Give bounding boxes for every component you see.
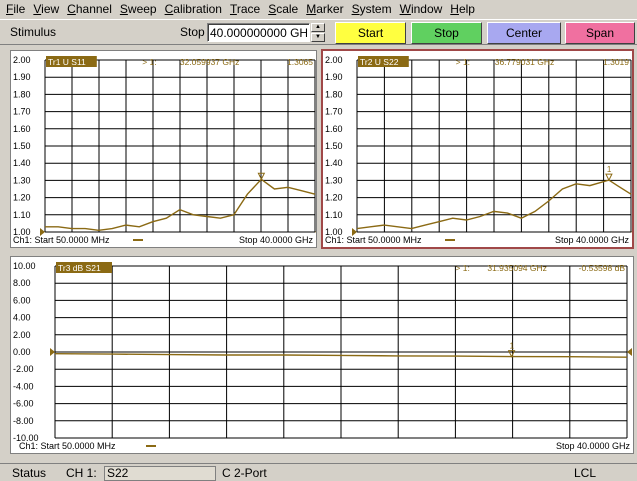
sweep-start-label: Ch1: Start 50.0000 MHz [325,235,422,245]
y-tick-label: 1.20 [325,193,343,203]
y-tick-label: 1.90 [325,72,343,82]
s11-chart-panel[interactable]: 2.00 1.90 1.80 1.70 1.60 1.50 1.40 1.30 1.20 1.10… [10,50,317,248]
y-tick-label: 1.60 [13,124,31,134]
y-tick-label: 1.90 [13,72,31,82]
y-tick-label: 10.00 [13,261,36,271]
menu-window[interactable]: Window [396,2,447,16]
sweep-stop-label: Stop 40.0000 GHz [556,441,631,451]
s21-chart: 10.00 8.00 6.00 4.00 2.00 0.00 -2.00 -4.00 -6.00… [13,261,632,451]
marker-label: > 1: [456,57,470,67]
marker-triangle-icon[interactable] [605,173,613,182]
marker-number: 1 [607,165,612,174]
marker-value: 1.3019 [603,57,629,67]
sweep-start-label: Ch1: Start 50.0000 MHz [13,235,110,245]
y-tick-label: 8.00 [13,278,31,288]
channel-label: CH 1: [66,466,97,480]
y-tick-label: -8.00 [13,416,34,426]
grid [44,59,316,233]
y-tick-label: -4.00 [13,381,34,391]
sweep-start-label: Ch1: Start 50.0000 MHz [19,441,116,451]
y-tick-label: 1.10 [13,210,31,220]
y-tick-label: 1.40 [325,158,343,168]
stop-label: Stop [180,25,205,39]
span-button[interactable]: Span [565,22,635,44]
marker-label: > 1: [142,57,156,67]
s22-chart-panel[interactable]: 2.00 1.90 1.80 1.70 1.60 1.50 1.40 1.30 1.20 1.10… [321,49,634,249]
grid [356,59,632,233]
lcl-indicator: LCL [574,466,597,480]
trace-label[interactable]: Tr1 U S11 [48,57,86,67]
center-button[interactable]: Center [487,22,561,44]
y-tick-label: 2.00 [13,330,31,340]
active-trace-field: S22 [104,466,216,481]
y-tick-label: 1.30 [13,175,31,185]
reference-arrow-icon [50,348,55,356]
status-label: Status [12,466,47,480]
sweep-stop-label: Stop 40.0000 GHz [239,235,314,245]
menu-bar: File View Channel Sweep Calibration Trace Scal… [0,0,637,18]
s21-chart-panel[interactable]: 10.00 8.00 6.00 4.00 2.00 0.00 -2.00 -4.00 -6.00… [10,256,634,454]
stop-frequency-spinner[interactable]: ▲ ▼ [311,23,325,42]
y-tick-label: 1.80 [13,89,31,99]
y-tick-label: -2.00 [13,364,34,374]
menu-marker[interactable]: Marker [302,2,347,16]
marker-value: 1.3065 [287,57,313,67]
y-tick-label: 2.00 [13,55,31,65]
trace-label[interactable]: Tr2 U S22 [360,57,399,67]
menu-system[interactable]: System [348,2,396,16]
start-button[interactable]: Start [335,22,406,44]
menu-channel[interactable]: Channel [63,2,116,16]
menu-file[interactable]: File [2,2,29,16]
marker-number: 1 [510,342,515,351]
reference-arrow-icon [627,348,632,356]
y-tick-label: 1.60 [325,124,343,134]
marker-frequency: 36.779031 GHz [495,57,555,67]
menu-trace[interactable]: Trace [226,2,264,16]
status-bar: Status CH 1: S22 C 2-Port LCL [0,463,637,481]
y-tick-label: 1.80 [325,89,343,99]
marker-label: > 1: [455,263,469,273]
y-tick-label: 2.00 [325,55,343,65]
y-tick-label: 1.10 [325,210,343,220]
menu-sweep[interactable]: Sweep [116,2,161,16]
spin-up-icon[interactable]: ▲ [311,23,325,32]
y-tick-label: 4.00 [13,313,31,323]
stop-frequency-input[interactable] [207,23,310,42]
stop-button[interactable]: Stop [411,22,482,44]
y-tick-label: 1.70 [13,107,31,117]
stimulus-toolbar: Stimulus Stop ▲ ▼ Start Stop Center Span [0,19,637,45]
menu-calibration[interactable]: Calibration [161,2,226,16]
y-tick-label: -6.00 [13,399,34,409]
y-tick-label: 0.00 [13,347,31,357]
marker-frequency: 31.935094 GHz [487,263,547,273]
menu-view[interactable]: View [29,2,63,16]
y-tick-label: 1.30 [325,175,343,185]
stimulus-label: Stimulus [10,25,57,39]
y-tick-label: 6.00 [13,295,31,305]
s22-chart: 2.00 1.90 1.80 1.70 1.60 1.50 1.40 1.30 1.20 1.10… [325,55,632,245]
marker-value: -0.53598 dB [579,263,626,273]
sweep-stop-label: Stop 40.0000 GHz [555,235,630,245]
grid [54,265,628,439]
marker-frequency: 32.059937 GHz [180,57,240,67]
trace-label[interactable]: Tr3 dB S21 [58,263,101,273]
y-tick-label: 1.50 [325,141,343,151]
port-mode: C 2-Port [222,466,267,480]
menu-help[interactable]: Help [446,2,479,16]
s11-chart: 2.00 1.90 1.80 1.70 1.60 1.50 1.40 1.30 1.20 1.10… [13,55,316,245]
y-tick-label: 1.20 [13,193,31,203]
spin-down-icon[interactable]: ▼ [311,33,325,42]
y-tick-label: 1.40 [13,158,31,168]
y-tick-label: 1.50 [13,141,31,151]
y-tick-label: 1.70 [325,107,343,117]
menu-scale[interactable]: Scale [264,2,302,16]
